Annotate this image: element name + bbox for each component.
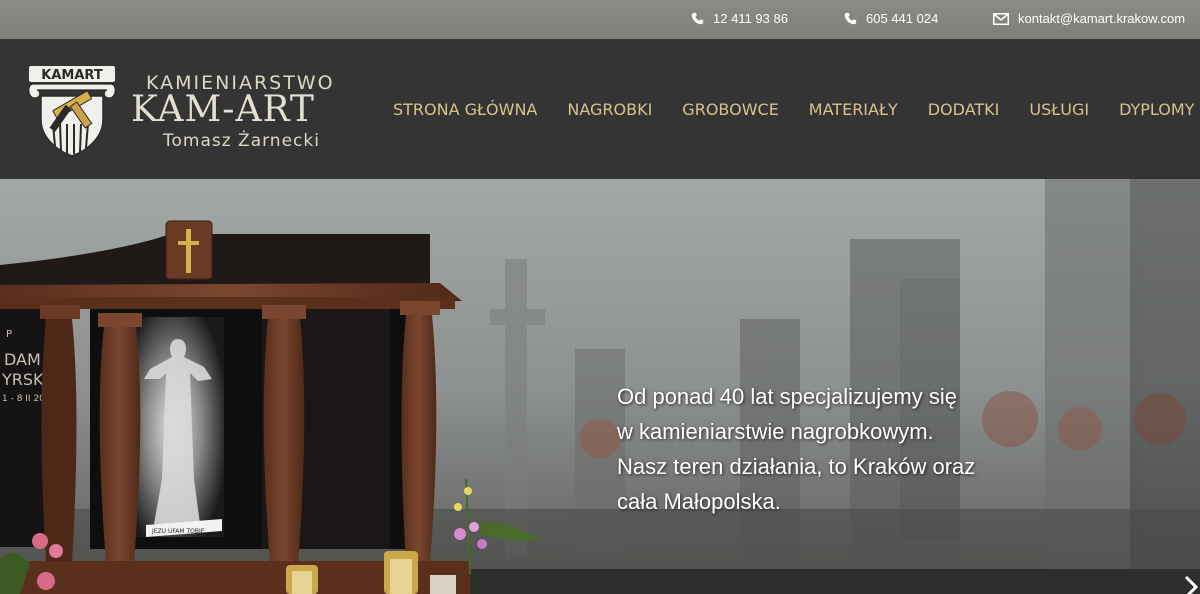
- brand-owner: Tomasz Żarnecki: [163, 131, 320, 151]
- hero-caption: Od ponad 40 lat specjalizujemy się w kam…: [617, 379, 1037, 519]
- chevron-right-icon[interactable]: [1178, 575, 1200, 594]
- contact-phone-2[interactable]: 605 441 024: [844, 11, 938, 26]
- nav-item-dodatki[interactable]: DODATKI: [928, 100, 1000, 119]
- plaque-line-2: DAM: [4, 350, 41, 369]
- main-nav: STRONA GŁÓWNA NAGROBKI GROBOWCE MATERIAŁ…: [393, 100, 1194, 119]
- phone-2-text: 605 441 024: [866, 11, 939, 26]
- hero-line-3: Nasz teren działania, to Kraków oraz: [617, 454, 976, 479]
- contact-email[interactable]: kontakt@kamart.krakow.com: [993, 11, 1185, 26]
- kamart-logo-icon[interactable]: KAMART: [27, 66, 117, 158]
- banner-text: JEZU UFAM TOBIE: [151, 528, 205, 535]
- nav-item-strona-glowna[interactable]: STRONA GŁÓWNA: [393, 100, 537, 119]
- plaque-line-3: YRSKI: [1, 370, 48, 389]
- phone-icon: [844, 12, 857, 25]
- hero-line-4: cała Małopolska.: [617, 489, 781, 514]
- plaque-line-1: P: [6, 329, 12, 340]
- site-header: KAMART KAMIENIARSTWO KAM-ART Tomasz Żarn…: [0, 39, 1200, 179]
- nav-item-nagrobki[interactable]: NAGROBKI: [567, 100, 652, 119]
- nav-item-materialy[interactable]: MATERIAŁY: [809, 100, 898, 119]
- nav-item-grobowce[interactable]: GROBOWCE: [682, 100, 779, 119]
- logo-text: KAMART: [41, 68, 103, 83]
- nav-item-uslugi[interactable]: USŁUGI: [1029, 100, 1089, 119]
- email-text: kontakt@kamart.krakow.com: [1018, 11, 1186, 26]
- phone-icon: [691, 12, 704, 25]
- hero-slider: P DAM YRSKI 1 - 8 II 2015 JEZU UFAM TOBI…: [0, 179, 1200, 594]
- hero-line-2: w kamieniarstwie nagrobkowym.: [617, 419, 934, 444]
- brand-name[interactable]: KAM-ART: [131, 89, 315, 130]
- top-contact-bar: 12 411 93 86 605 441 024 kontakt@kamart.…: [0, 0, 1200, 39]
- phone-1-text: 12 411 93 86: [713, 11, 788, 26]
- hero-line-1: Od ponad 40 lat specjalizujemy się: [617, 384, 957, 409]
- contact-phone-1[interactable]: 12 411 93 86: [691, 11, 788, 26]
- nav-item-dyplomy[interactable]: DYPLOMY: [1119, 100, 1194, 119]
- envelope-icon: [993, 12, 1009, 25]
